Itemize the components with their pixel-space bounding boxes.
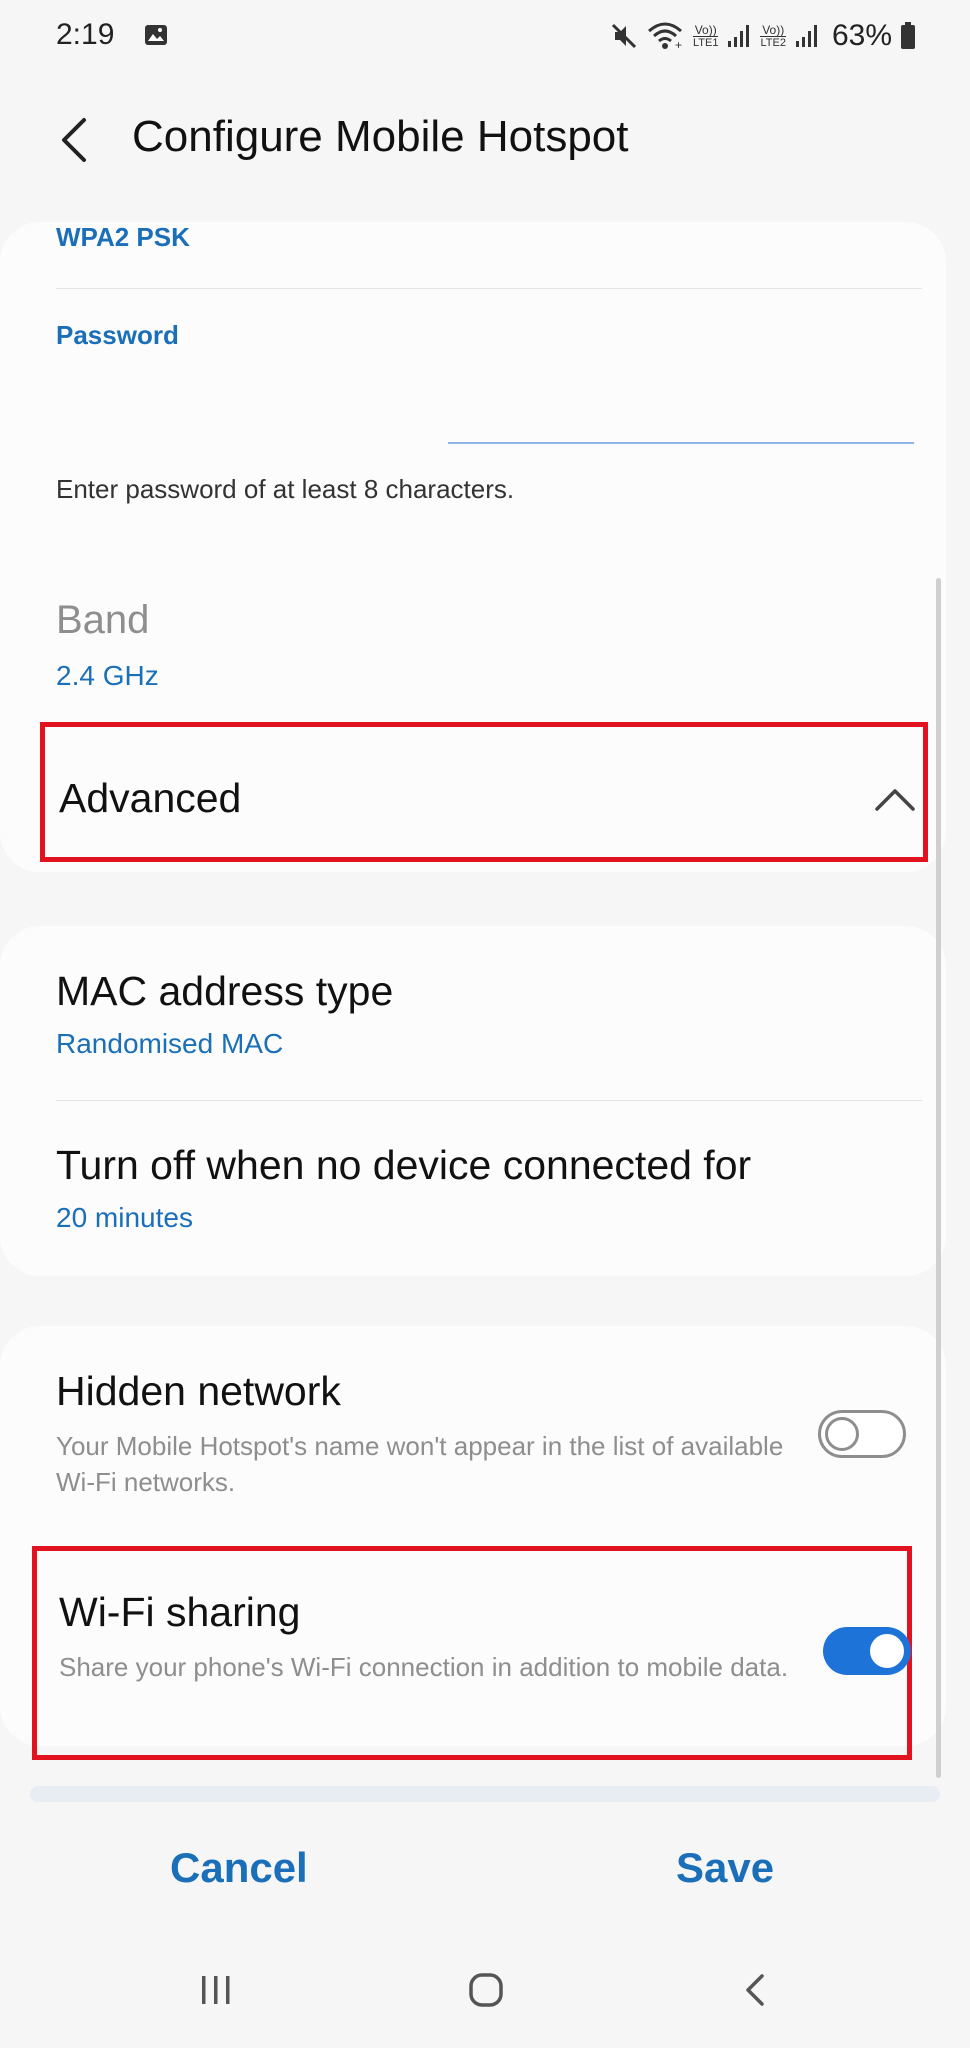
toggle-knob: [825, 1417, 859, 1451]
gallery-notification-icon: [145, 25, 167, 45]
password-label: Password: [56, 320, 179, 350]
svg-text:+: +: [675, 38, 682, 51]
sim1-indicator: Vo)) LTE1: [692, 22, 719, 49]
scrollbar[interactable]: [936, 578, 941, 1778]
recent-apps-icon[interactable]: [196, 1972, 236, 2008]
mac-address-value: Randomised MAC: [56, 1028, 284, 1059]
auto-turn-off-row[interactable]: Turn off when no device connected for 20…: [0, 1102, 946, 1272]
back-arrow-icon: [62, 118, 86, 162]
wifi-hotspot-icon: +: [647, 22, 682, 51]
advanced-options-card: MAC address type Randomised MAC Turn off…: [0, 926, 946, 1276]
status-icons: + Vo)) LTE1 Vo)) LTE2 63%: [611, 16, 916, 56]
signal-icon: [728, 25, 750, 47]
auto-turn-off-title: Turn off when no device connected for: [56, 1142, 752, 1188]
page-title: Configure Mobile Hotspot: [132, 112, 629, 161]
scroll-fade-edge: [30, 1786, 940, 1802]
auto-turn-off-value: 20 minutes: [56, 1202, 193, 1233]
toggle-knob: [867, 1631, 907, 1671]
wifi-sharing-title: Wi-Fi sharing: [59, 1589, 301, 1635]
hidden-network-description: Your Mobile Hotspot's name won't appear …: [56, 1431, 784, 1497]
security-value[interactable]: WPA2 PSK: [56, 222, 190, 253]
band-value[interactable]: 2.4 GHz: [56, 660, 159, 692]
password-field[interactable]: [448, 362, 914, 444]
password-hint: Enter password of at least 8 characters.: [56, 474, 515, 504]
hidden-network-row[interactable]: Hidden network Your Mobile Hotspot's nam…: [0, 1326, 946, 1516]
signal-icon: [795, 25, 817, 47]
home-icon[interactable]: [466, 1970, 506, 2010]
mute-icon: [611, 23, 637, 49]
wifi-sharing-toggle[interactable]: [823, 1627, 911, 1675]
battery-percent: 63%: [831, 19, 892, 52]
wifi-sharing-row[interactable]: Wi-Fi sharing Share your phone's Wi-Fi c…: [32, 1546, 912, 1760]
back-button[interactable]: [54, 108, 94, 172]
wifi-sharing-description: Share your phone's Wi-Fi connection in a…: [59, 1652, 789, 1682]
battery-icon: [901, 22, 915, 49]
band-label: Band: [56, 598, 150, 642]
nav-back-icon[interactable]: [740, 1972, 770, 2008]
chevron-up-icon: [875, 789, 915, 811]
mac-address-row[interactable]: MAC address type Randomised MAC: [0, 926, 946, 1096]
advanced-label: Advanced: [59, 775, 242, 821]
status-time: 2:19: [56, 18, 115, 51]
advanced-row[interactable]: Advanced: [40, 722, 928, 862]
cancel-button[interactable]: Cancel: [170, 1844, 308, 1892]
hidden-network-toggle[interactable]: [818, 1410, 906, 1458]
mac-address-title: MAC address type: [56, 968, 394, 1014]
sim2-indicator: Vo)) LTE2: [760, 22, 786, 49]
save-button[interactable]: Save: [676, 1844, 774, 1892]
hidden-network-title: Hidden network: [56, 1368, 341, 1414]
